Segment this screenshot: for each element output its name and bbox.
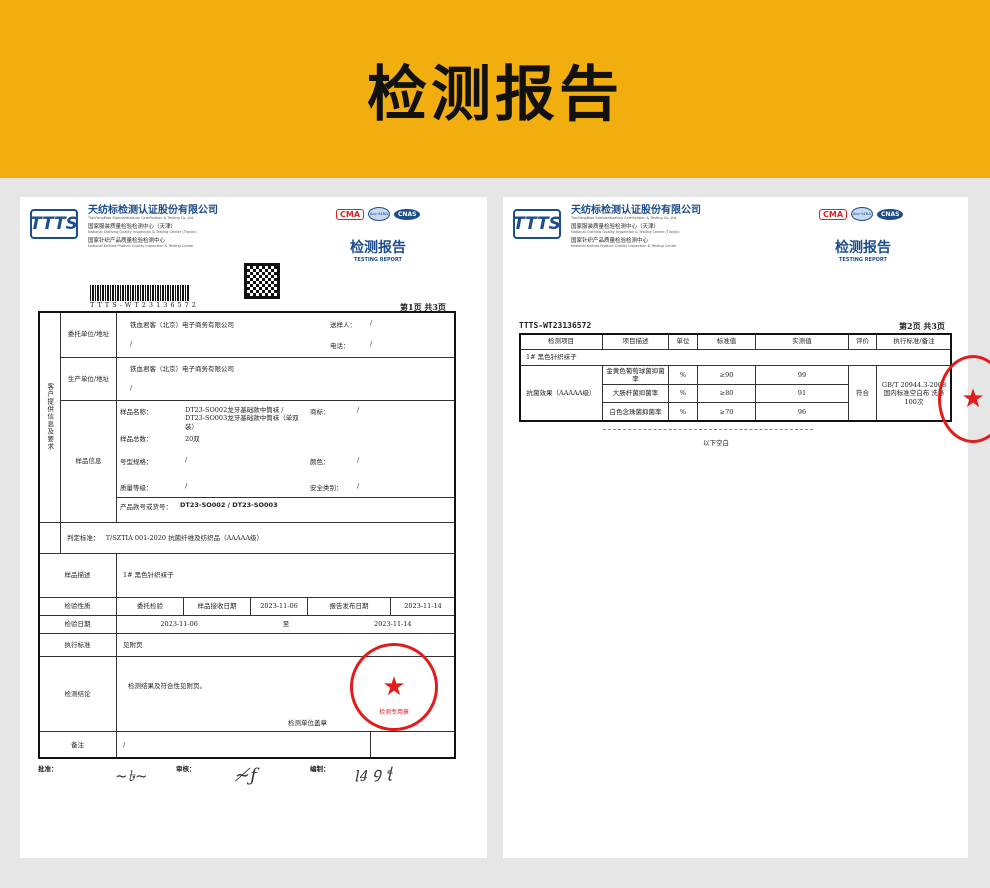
qr-code — [244, 263, 280, 299]
center2: 国家针织产品质量检验检测中心 — [571, 238, 649, 244]
report-page-2: TTTS 天纺标检测认证股份有限公司 TianFangBiao Standard… — [503, 197, 990, 858]
approve-signature: ~৳~ — [115, 767, 148, 785]
end-note: 以下空白 — [703, 439, 729, 447]
report-title-cn: 检测报告 — [835, 240, 891, 256]
cnas-logo: CNAS — [394, 208, 421, 220]
page-number: 第2页 共3页 — [899, 321, 945, 331]
center1-en: National Clothing Quality Inspection & T… — [88, 230, 197, 234]
org-header: 天纺标检测认证股份有限公司 TianFangBiao Standardizati… — [571, 201, 701, 248]
official-stamp: ★ 检测专用章 — [350, 643, 438, 731]
report-title: 检测报告 TESTING REPORT — [350, 237, 406, 263]
center2-en: National Knitted Product Quality Inspect… — [571, 244, 677, 248]
report-page-1: TTTS 天纺标检测认证股份有限公司 TianFangBiao Standard… — [20, 197, 487, 858]
top-banner: 检测报告 — [0, 0, 990, 178]
org-header: 天纺标检测认证股份有限公司 TianFangBiao Standardizati… — [88, 201, 218, 248]
cert-logos: CMA ilac-MRA CNAS — [819, 207, 904, 221]
review-signature: ≁ƒ — [235, 765, 257, 786]
review-label: 审核： — [176, 765, 196, 773]
org-name: 天纺标检测认证股份有限公司 — [88, 205, 218, 216]
cert-logos: CMA ilac-MRA CNAS — [336, 207, 421, 221]
ttts-logo: TTTS — [513, 209, 561, 239]
ttts-logo: TTTS — [30, 209, 78, 239]
report-title: 检测报告 TESTING REPORT — [835, 237, 891, 263]
barcode-text: TTTS-WT23136572 — [90, 301, 199, 309]
report-title-en: TESTING REPORT — [354, 257, 402, 263]
stamp-sub: 检测专用章 — [378, 709, 409, 716]
banner-title: 检测报告 — [367, 59, 623, 130]
approve-label: 批准： — [38, 765, 58, 773]
cma-logo: CMA — [336, 208, 365, 220]
report-number: TTTS-WT23136572 — [519, 321, 592, 330]
table-border — [519, 333, 952, 422]
org-name-en: TianFangBiao Standardization Certificati… — [88, 216, 195, 220]
report-title-cn: 检测报告 — [350, 240, 406, 256]
report-title-en: TESTING REPORT — [839, 257, 887, 263]
org-name: 天纺标检测认证股份有限公司 — [571, 205, 701, 216]
center1: 国家服装质量检验检测中心（天津） — [88, 224, 177, 230]
center2-en: National Knitted Product Quality Inspect… — [88, 244, 194, 248]
cma-logo: CMA — [819, 208, 848, 220]
center1: 国家服装质量检验检测中心（天津） — [571, 224, 660, 230]
end-divider — [603, 429, 813, 430]
org-name-en: TianFangBiao Standardization Certificati… — [571, 216, 678, 220]
compile-signature: ꞁꜭ ꝯ ꞎ — [355, 764, 393, 782]
barcode — [90, 285, 190, 301]
center1-en: National Clothing Quality Inspection & T… — [571, 230, 680, 234]
ilac-logo: ilac-MRA — [851, 207, 874, 221]
compile-label: 编制： — [310, 765, 330, 773]
ilac-logo: ilac-MRA — [368, 207, 391, 221]
center2: 国家针织产品质量检验检测中心 — [88, 238, 166, 244]
cnas-logo: CNAS — [877, 208, 904, 220]
